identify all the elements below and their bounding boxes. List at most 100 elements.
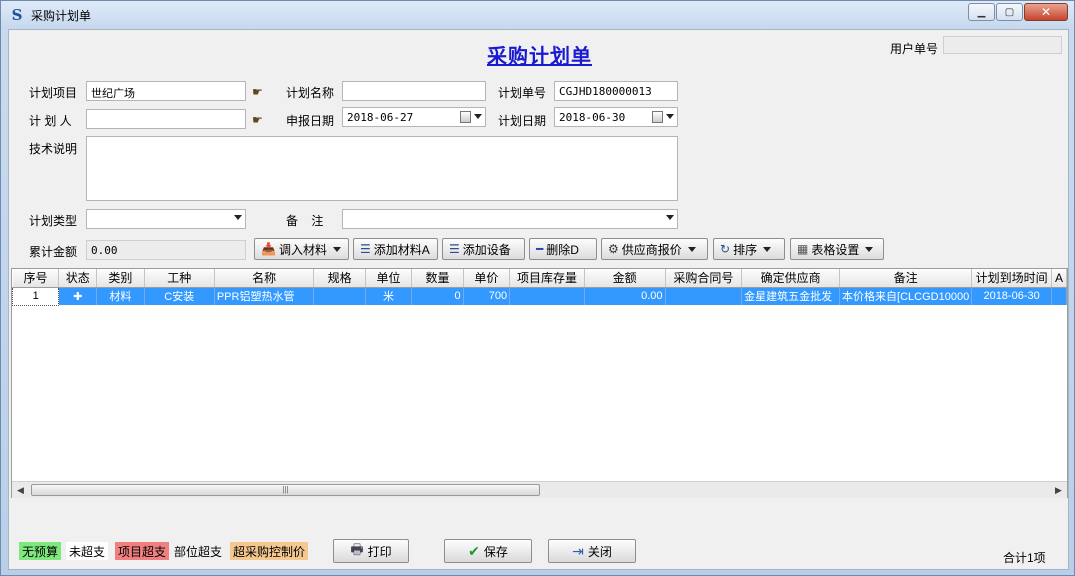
items-grid[interactable]: 序号 状态 类别 工种 名称 规格 单位 数量 单价 项目库存量 金额 采购合同… xyxy=(11,268,1068,498)
cell-price[interactable]: 700 xyxy=(463,287,511,305)
cell-contract[interactable] xyxy=(665,287,743,305)
legend-over-control-price: 超采购控制价 xyxy=(230,542,309,560)
scroll-thumb[interactable]: ||| xyxy=(31,484,540,496)
project-pick-icon[interactable]: ☛ xyxy=(252,85,270,99)
form-body: 采购计划单 用户单号 计划项目 世纪广场 ☛ 计划名称 计划单号 CGJHD18… xyxy=(8,29,1069,570)
column-header[interactable]: 类别 xyxy=(96,269,145,288)
legend-part-over: 部位超支 xyxy=(171,542,226,560)
column-header[interactable]: 状态 xyxy=(58,269,98,288)
status-plus-icon[interactable]: ✚ xyxy=(58,287,98,305)
report-date-label: 申报日期 xyxy=(286,114,335,128)
legend-project-over: 项目超支 xyxy=(115,542,170,560)
plan-date-field[interactable]: 2018-06-30 xyxy=(554,107,678,127)
table-header-row: 序号 状态 类别 工种 名称 规格 单位 数量 单价 项目库存量 金额 采购合同… xyxy=(12,269,1067,288)
chevron-down-icon[interactable] xyxy=(666,114,674,119)
calendar-icon[interactable] xyxy=(652,111,663,123)
cell-name[interactable]: PPR铝塑热水管 xyxy=(214,287,315,305)
tech-textarea[interactable] xyxy=(86,136,678,201)
column-header[interactable]: 计划到场时间 xyxy=(971,269,1053,288)
add-material-button[interactable]: ☰ 添加材料A xyxy=(353,238,438,260)
column-header[interactable]: 序号 xyxy=(12,269,60,288)
column-header[interactable]: 单价 xyxy=(463,269,511,288)
user-no-field[interactable] xyxy=(943,36,1062,54)
plan-name-field[interactable] xyxy=(342,81,486,101)
app-logo-icon: S xyxy=(11,6,23,24)
print-button[interactable]: 🖶 打印 xyxy=(333,539,409,563)
chevron-down-icon[interactable] xyxy=(234,215,242,220)
add-equipment-button[interactable]: ☰ 添加设备 xyxy=(442,238,525,260)
calendar-icon[interactable] xyxy=(460,111,471,123)
sort-button[interactable]: ↻ 排序 xyxy=(713,238,785,260)
import-material-button[interactable]: 📥 调入材料 xyxy=(254,238,349,260)
column-header[interactable]: 数量 xyxy=(411,269,464,288)
sort-icon: ↻ xyxy=(720,242,731,256)
cell-spec[interactable] xyxy=(313,287,366,305)
chevron-down-icon[interactable] xyxy=(474,114,482,119)
total-label: 累计金额 xyxy=(29,245,78,259)
minimize-button[interactable]: ▁ xyxy=(968,3,995,21)
column-header[interactable]: 采购合同号 xyxy=(665,269,743,288)
chevron-down-icon xyxy=(687,246,696,252)
plan-name-label: 计划名称 xyxy=(286,86,335,100)
supplier-icon: ⚙ xyxy=(608,242,619,256)
column-header[interactable]: A xyxy=(1051,269,1067,288)
report-date-field[interactable]: 2018-06-27 xyxy=(342,107,486,127)
cell-seq[interactable]: 1 xyxy=(11,286,60,306)
cell-remark[interactable]: 本价格来自[CLCGD10000 xyxy=(839,287,973,305)
column-header[interactable]: 名称 xyxy=(214,269,315,288)
chevron-down-icon[interactable] xyxy=(666,215,674,220)
cell-qty[interactable]: 0 xyxy=(411,287,464,305)
column-header[interactable]: 工种 xyxy=(144,269,215,288)
planner-pick-icon[interactable]: ☛ xyxy=(252,113,270,127)
cell-stock[interactable] xyxy=(509,287,585,305)
chevron-down-icon xyxy=(763,246,772,252)
sort-label: 排序 xyxy=(733,242,758,257)
project-field[interactable]: 世纪广场 xyxy=(86,81,246,101)
column-header[interactable]: 单位 xyxy=(365,269,413,288)
column-header[interactable]: 项目库存量 xyxy=(509,269,585,288)
planner-field[interactable] xyxy=(86,109,246,129)
scroll-left-icon[interactable]: ◀ xyxy=(12,482,29,498)
report-date-value: 2018-06-27 xyxy=(347,111,414,124)
scroll-right-icon[interactable]: ▶ xyxy=(1050,482,1067,498)
column-header[interactable]: 备注 xyxy=(839,269,973,288)
cell-category[interactable]: 材料 xyxy=(96,287,145,305)
project-label: 计划项目 xyxy=(29,86,78,100)
horizontal-scrollbar[interactable]: ◀ ||| ▶ xyxy=(12,481,1067,498)
column-header[interactable]: 金额 xyxy=(584,269,666,288)
cell-extra[interactable] xyxy=(1051,287,1067,305)
app-window: S 采购计划单 ▁ ▢ ✕ 采购计划单 用户单号 计划项目 世纪广场 ☛ 计划名… xyxy=(0,0,1075,576)
cell-arrival[interactable]: 2018-06-30 xyxy=(971,287,1053,305)
cell-supplier[interactable]: 金星建筑五金批发 xyxy=(741,287,841,305)
delete-button[interactable]: ━ 删除D xyxy=(529,238,597,260)
table-icon: ▦ xyxy=(797,242,809,256)
supplier-quote-button[interactable]: ⚙ 供应商报价 xyxy=(601,238,708,260)
column-header[interactable]: 规格 xyxy=(313,269,366,288)
plan-no-label: 计划单号 xyxy=(498,86,547,100)
column-header[interactable]: 确定供应商 xyxy=(741,269,841,288)
import-material-label: 调入材料 xyxy=(278,242,327,257)
plan-no-field[interactable]: CGJHD180000013 xyxy=(554,81,678,101)
cell-unit[interactable]: 米 xyxy=(365,287,413,305)
maximize-button[interactable]: ▢ xyxy=(996,3,1023,21)
cell-amount[interactable]: 0.00 xyxy=(584,287,666,305)
chevron-down-icon xyxy=(865,246,874,252)
items-table: 序号 状态 类别 工种 名称 规格 单位 数量 单价 项目库存量 金额 采购合同… xyxy=(11,269,1067,306)
item-count: 合计1项 xyxy=(1003,551,1046,565)
legend-no-budget: 无预算 xyxy=(19,542,62,560)
plan-date-value: 2018-06-30 xyxy=(559,111,626,124)
add-material-label: 添加材料A xyxy=(373,242,430,257)
plan-type-select[interactable] xyxy=(86,209,246,229)
remark-select[interactable] xyxy=(342,209,678,229)
save-label: 保存 xyxy=(483,544,508,559)
cell-trade[interactable]: C安装 xyxy=(144,287,215,305)
close-button[interactable]: ⇥ 关闭 xyxy=(548,539,636,563)
table-row[interactable]: 1 ✚ 材料 C安装 PPR铝塑热水管 米 0 700 0.00 金星建筑五金批… xyxy=(11,286,1067,306)
add-list-icon: ☰ xyxy=(360,242,371,256)
table-settings-button[interactable]: ▦ 表格设置 xyxy=(790,238,884,260)
legend-not-over: 未超支 xyxy=(66,542,109,560)
close-window-button[interactable]: ✕ xyxy=(1024,3,1068,21)
save-button[interactable]: ✔ 保存 xyxy=(444,539,532,563)
tech-label: 技术说明 xyxy=(29,142,78,156)
supplier-quote-label: 供应商报价 xyxy=(621,242,682,257)
